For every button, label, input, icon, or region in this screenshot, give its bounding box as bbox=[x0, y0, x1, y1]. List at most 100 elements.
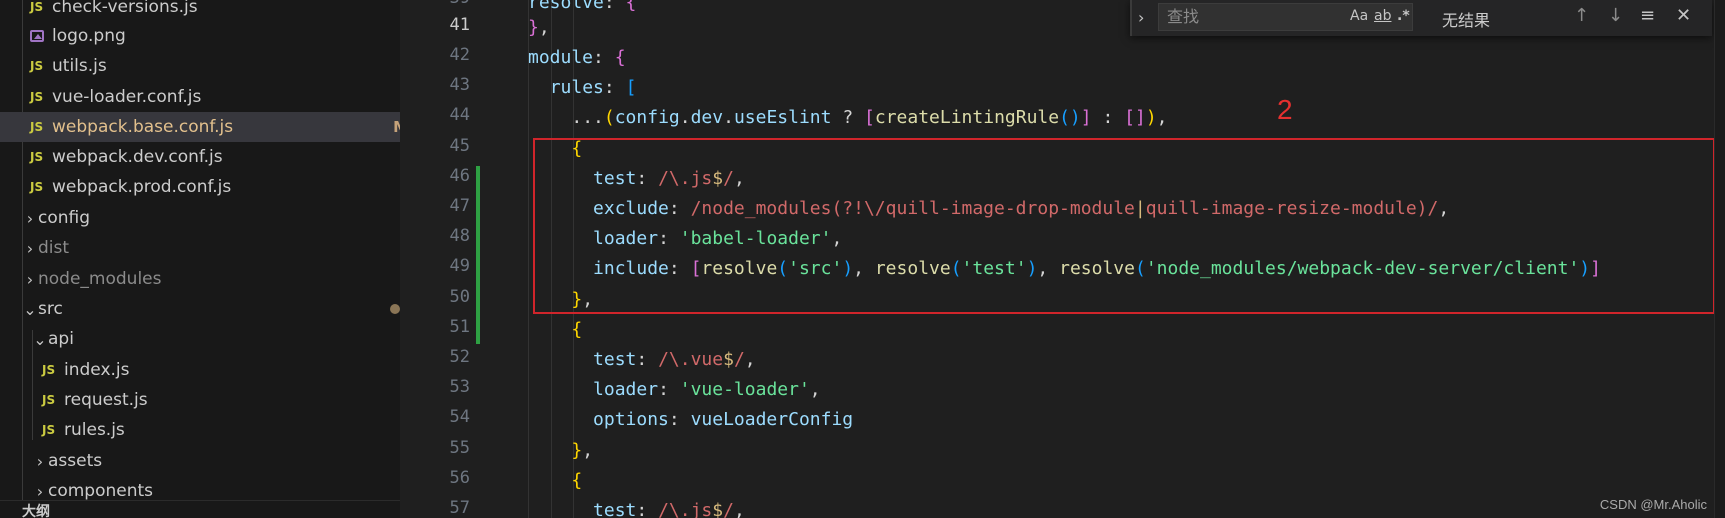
tree-item-label: api bbox=[48, 329, 74, 349]
line-number: 53 bbox=[449, 377, 470, 397]
line-number: 56 bbox=[449, 468, 470, 488]
watermark: CSDN @Mr.Aholic bbox=[1599, 497, 1707, 512]
js-file-icon: JS bbox=[30, 90, 44, 104]
vertical-scrollbar[interactable] bbox=[1714, 0, 1725, 518]
js-file-icon: JS bbox=[30, 59, 44, 73]
tree-item-label: webpack.prod.conf.js bbox=[52, 177, 232, 197]
tree-item-label: webpack.dev.conf.js bbox=[52, 147, 223, 167]
whole-word-toggle[interactable]: ab bbox=[1374, 8, 1391, 24]
line-number-current: 41 bbox=[449, 15, 470, 35]
line-number: 42 bbox=[449, 45, 470, 65]
image-file-icon bbox=[30, 30, 44, 42]
previous-match-icon[interactable]: ↑ bbox=[1574, 5, 1589, 26]
code-line-44: ...(config.dev.useEslint ? [createLintin… bbox=[571, 107, 1168, 128]
js-file-icon: JS bbox=[42, 363, 56, 377]
line-number: 46 bbox=[449, 166, 470, 186]
tree-item-label: assets bbox=[48, 451, 103, 471]
tree-item-label: src bbox=[38, 299, 63, 319]
line-number: 43 bbox=[449, 75, 470, 95]
js-file-icon: JS bbox=[42, 423, 56, 437]
modified-dot-icon bbox=[390, 304, 400, 314]
line-number: 39 bbox=[410, 0, 470, 8]
find-widget: › 查找 Aa ab .* 无结果 ↑ ↓ ≡ ✕ bbox=[1130, 0, 1712, 36]
tree-item-label: logo.png bbox=[52, 26, 126, 46]
outline-section-header[interactable]: 大纲 bbox=[0, 500, 400, 518]
tree-item-label: components bbox=[48, 481, 154, 501]
line-number-gutter: 39 41 42 43 44 45 46 47 48 49 50 51 52 5… bbox=[400, 0, 500, 518]
tree-item-utils[interactable]: JS utils.js bbox=[0, 51, 400, 81]
toggle-replace-icon[interactable]: › bbox=[1138, 8, 1144, 27]
chevron-right-icon: › bbox=[26, 238, 34, 258]
line-number: 57 bbox=[449, 498, 470, 518]
tree-item-vue-loader-conf[interactable]: JS vue-loader.conf.js bbox=[0, 82, 400, 112]
chevron-right-icon: › bbox=[26, 208, 34, 228]
line-number: 49 bbox=[449, 256, 470, 276]
tree-folder-api[interactable]: ⌄ api bbox=[0, 324, 400, 354]
code-line-52: test: /\.vue$/, bbox=[593, 349, 756, 370]
tree-item-rules[interactable]: JS rules.js bbox=[0, 415, 400, 445]
tree-item-logo[interactable]: logo.png bbox=[0, 21, 400, 51]
line-number: 52 bbox=[449, 347, 470, 367]
tree-item-index[interactable]: JS index.js bbox=[0, 355, 400, 385]
tree-item-check-versions[interactable]: JS check-versions.js bbox=[0, 0, 400, 22]
tree-folder-config[interactable]: › config bbox=[0, 203, 400, 233]
tree-item-label: index.js bbox=[64, 360, 130, 380]
chevron-right-icon: › bbox=[26, 269, 34, 289]
code-line-57: test: /\.js$/, bbox=[593, 500, 745, 518]
line-number: 50 bbox=[449, 287, 470, 307]
git-added-indicator bbox=[476, 166, 480, 344]
tree-item-label: dist bbox=[38, 238, 70, 258]
tree-folder-node-modules[interactable]: › node_modules bbox=[0, 264, 400, 294]
tree-item-label: utils.js bbox=[52, 56, 107, 76]
tree-folder-src[interactable]: ⌄ src bbox=[0, 294, 400, 324]
find-in-selection-icon[interactable]: ≡ bbox=[1640, 5, 1655, 26]
tree-item-request[interactable]: JS request.js bbox=[0, 385, 400, 415]
chevron-down-icon: ⌄ bbox=[23, 299, 37, 319]
tree-item-label: node_modules bbox=[38, 269, 162, 289]
tree-item-label: request.js bbox=[64, 390, 148, 410]
modified-badge: M bbox=[393, 118, 400, 136]
regex-toggle[interactable]: .* bbox=[1397, 8, 1410, 24]
js-file-icon: JS bbox=[30, 120, 44, 134]
line-number: 54 bbox=[449, 407, 470, 427]
close-icon[interactable]: ✕ bbox=[1676, 5, 1691, 26]
tree-item-label: webpack.base.conf.js bbox=[52, 117, 234, 137]
tree-folder-assets[interactable]: › assets bbox=[0, 446, 400, 476]
line-number: 55 bbox=[449, 438, 470, 458]
code-line-41: }, bbox=[528, 17, 550, 38]
next-match-icon[interactable]: ↓ bbox=[1608, 5, 1623, 26]
js-file-icon: JS bbox=[30, 0, 44, 14]
code-line-53: loader: 'vue-loader', bbox=[593, 379, 821, 400]
tree-item-label: config bbox=[38, 208, 91, 228]
line-number: 51 bbox=[449, 317, 470, 337]
js-file-icon: JS bbox=[30, 180, 44, 194]
tree-item-webpack-prod-conf[interactable]: JS webpack.prod.conf.js bbox=[0, 172, 400, 202]
code-line-56: { bbox=[571, 470, 583, 491]
explorer-sidebar: JS check-versions.js logo.png JS utils.j… bbox=[0, 0, 400, 518]
tree-folder-dist[interactable]: › dist bbox=[0, 233, 400, 263]
code-line-55: }, bbox=[571, 440, 594, 461]
tree-item-webpack-dev-conf[interactable]: JS webpack.dev.conf.js bbox=[0, 142, 400, 172]
code-line-43: rules: [ bbox=[549, 77, 637, 98]
line-number: 45 bbox=[449, 136, 470, 156]
tree-item-label: vue-loader.conf.js bbox=[52, 87, 202, 107]
tree-item-label: rules.js bbox=[64, 420, 125, 440]
code-line-54: options: vueLoaderConfig bbox=[593, 409, 854, 430]
find-result-count: 无结果 bbox=[1442, 11, 1491, 30]
tree-item-webpack-base-conf[interactable]: JS webpack.base.conf.js M bbox=[0, 112, 400, 142]
line-number: 44 bbox=[449, 105, 470, 125]
line-number: 47 bbox=[449, 196, 470, 216]
chevron-right-icon: › bbox=[36, 481, 44, 501]
annotation-highlight-box bbox=[533, 138, 1715, 314]
code-line-42: module: { bbox=[528, 47, 626, 68]
annotation-number: 2 bbox=[1277, 94, 1293, 125]
line-number: 48 bbox=[449, 226, 470, 246]
js-file-icon: JS bbox=[42, 393, 56, 407]
js-file-icon: JS bbox=[30, 150, 44, 164]
code-line-51: { bbox=[571, 319, 583, 340]
tree-item-label: check-versions.js bbox=[52, 0, 198, 17]
find-input-placeholder: 查找 bbox=[1167, 7, 1200, 26]
outline-label: 大纲 bbox=[22, 504, 50, 518]
match-case-toggle[interactable]: Aa bbox=[1350, 8, 1368, 24]
chevron-right-icon: › bbox=[36, 451, 44, 471]
